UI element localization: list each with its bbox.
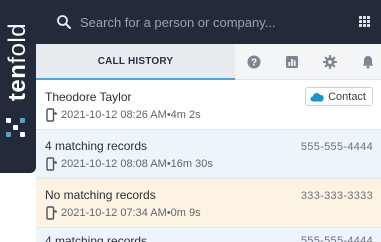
call-phone-number: 333-333-3333 (300, 190, 373, 202)
call-title: 4 matching records (45, 234, 148, 242)
help-icon[interactable]: ? (246, 54, 262, 70)
call-meta: 2021-10-12 07:34 AM • 0m 9s (45, 206, 201, 220)
call-phone-number: 555-555-4444 (300, 141, 373, 153)
call-meta: 2021-10-12 08:26 AM • 4m 2s (45, 108, 201, 122)
brand-wordmark: tenfold (4, 22, 31, 102)
call-row[interactable]: No matching records 333-333-3333 2021-10… (36, 179, 381, 228)
search-bar (36, 0, 381, 44)
grid-icon[interactable] (359, 16, 370, 27)
call-title: Theodore Taylor (45, 90, 132, 104)
gear-icon[interactable] (322, 54, 338, 70)
call-row[interactable]: Theodore Taylor Contact 2021-10-12 08:26… (36, 81, 381, 130)
bell-icon[interactable] (360, 54, 376, 70)
call-row[interactable]: 4 matching records 555-555-4444 2021-10-… (36, 130, 381, 179)
phone-icon (46, 108, 57, 122)
toolbar: CALL HISTORY ? (36, 44, 381, 80)
call-row[interactable]: 4 matching records 555-555-4444 (36, 228, 381, 242)
salesforce-cloud-icon (310, 92, 324, 101)
tenfold-logo-icon (6, 118, 26, 138)
brand-sidebar: tenfold (0, 0, 36, 173)
phone-icon (46, 157, 57, 171)
call-title: No matching records (45, 188, 156, 202)
phone-icon (46, 206, 57, 220)
search-icon[interactable] (56, 14, 72, 30)
bar-chart-icon[interactable] (284, 54, 300, 70)
contact-badge[interactable]: Contact (305, 87, 373, 106)
call-meta: 2021-10-12 08:08 AM • 16m 30s (45, 157, 213, 171)
svg-text:?: ? (251, 58, 257, 69)
call-phone-number: 555-555-4444 (300, 235, 373, 242)
tab-call-history[interactable]: CALL HISTORY (36, 44, 235, 80)
call-title: 4 matching records (45, 139, 148, 153)
main-panel: CALL HISTORY ? (36, 0, 381, 242)
search-input[interactable] (80, 11, 330, 33)
